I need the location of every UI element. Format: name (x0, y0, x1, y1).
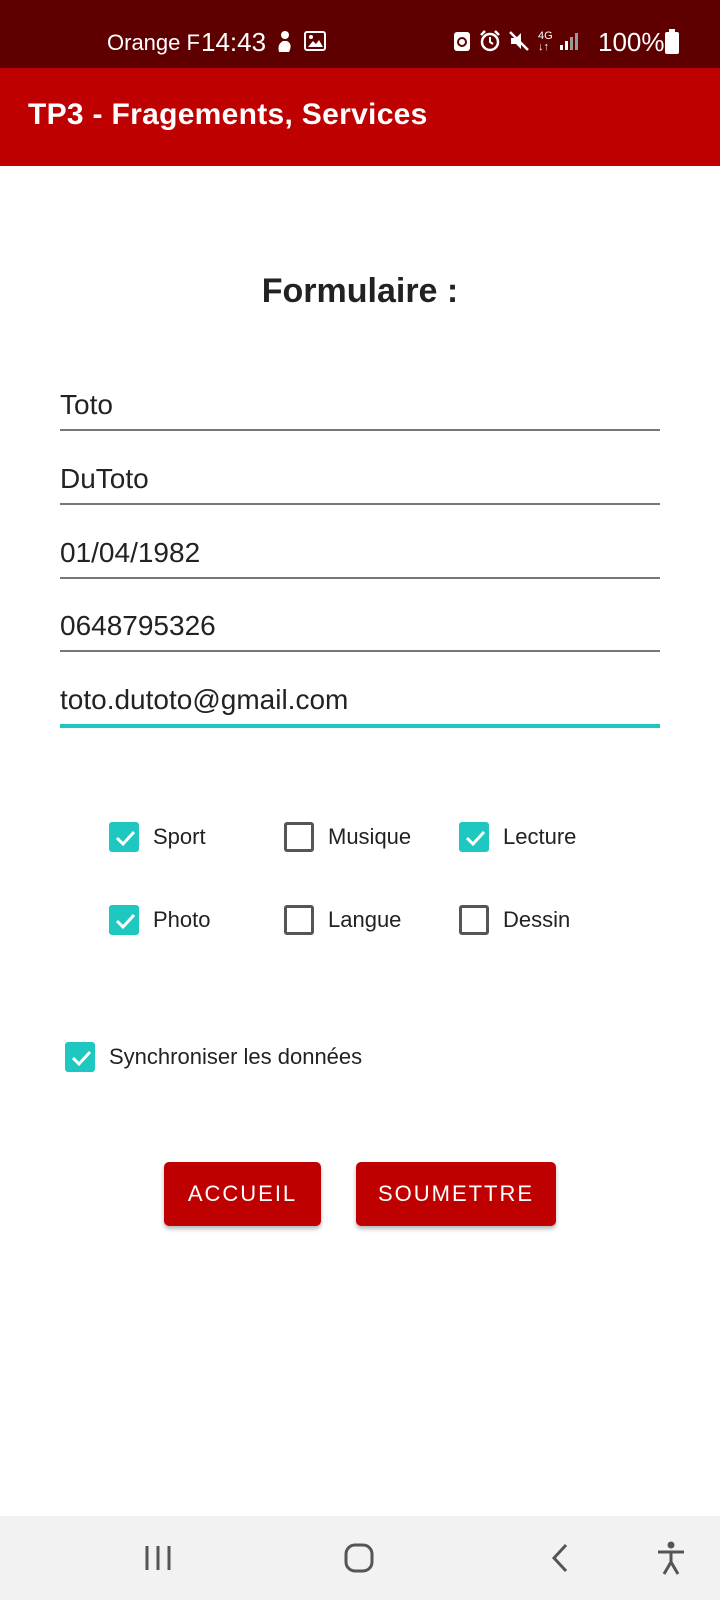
accessibility-icon[interactable] (655, 1540, 687, 1581)
status-time: 14:43 (201, 27, 267, 57)
last-name-input[interactable] (60, 457, 660, 501)
battery-percentage: 100% (598, 27, 665, 57)
checkbox-unchecked-icon[interactable] (284, 905, 314, 935)
checkbox-label: Sport (153, 824, 206, 849)
app-title: TP3 - Fragements, Services (28, 98, 428, 131)
checkbox-photo[interactable]: Photo (109, 902, 211, 938)
phone-input[interactable] (60, 604, 660, 648)
first-name-input[interactable] (60, 383, 660, 427)
app-bar: TP3 - Fragements, Services (0, 68, 720, 166)
battery-icon (664, 29, 688, 54)
recycle-icon (452, 30, 476, 54)
checkbox-label: Musique (328, 824, 412, 849)
checkbox-sport[interactable]: Sport (109, 819, 206, 855)
birthdate-field[interactable] (60, 531, 660, 579)
carrier-name: Orange F (107, 30, 200, 55)
checkbox-label: Photo (153, 907, 211, 932)
recent-apps-icon[interactable] (143, 1544, 173, 1577)
checkbox-label: Langue (328, 907, 402, 932)
checkbox-unchecked-icon[interactable] (284, 822, 314, 852)
network-type: 4G (538, 30, 553, 42)
home-button[interactable]: ACCUEIL (164, 1162, 321, 1226)
checkbox-musique[interactable]: Musique (284, 819, 411, 855)
first-name-field[interactable] (60, 383, 660, 431)
checkbox-lecture[interactable]: Lecture (459, 819, 576, 855)
checkbox-checked-icon[interactable] (65, 1042, 95, 1072)
checkbox-label: Lecture (503, 824, 577, 849)
checkbox-label: Dessin (503, 907, 571, 932)
email-input[interactable] (60, 678, 660, 722)
sync-label: Synchroniser les données (109, 1044, 363, 1069)
checkbox-checked-icon[interactable] (109, 905, 139, 935)
checkbox-checked-icon[interactable] (459, 822, 489, 852)
submit-button[interactable]: SOUMETTRE (356, 1162, 556, 1226)
figure-icon (273, 30, 297, 54)
checkbox-langue[interactable]: Langue (284, 902, 401, 938)
status-bar: Orange F 14:43 4G ↓↑ 100% (0, 0, 720, 68)
birthdate-input[interactable] (60, 531, 660, 575)
email-field[interactable] (60, 678, 660, 728)
signal-icon (558, 30, 582, 54)
form-title: Formulaire : (261, 272, 459, 310)
checkbox-unchecked-icon[interactable] (459, 905, 489, 935)
back-icon[interactable] (550, 1543, 570, 1578)
navigation-bar (0, 1516, 720, 1600)
image-icon (304, 30, 328, 54)
phone-field[interactable] (60, 604, 660, 652)
home-icon[interactable] (343, 1542, 375, 1579)
checkbox-checked-icon[interactable] (109, 822, 139, 852)
network-4g-icon: 4G ↓↑ (538, 30, 553, 53)
last-name-field[interactable] (60, 457, 660, 505)
alarm-icon (479, 30, 503, 54)
mute-icon (508, 30, 532, 54)
checkbox-dessin[interactable]: Dessin (459, 902, 570, 938)
checkbox-sync[interactable]: Synchroniser les données (65, 1039, 362, 1075)
